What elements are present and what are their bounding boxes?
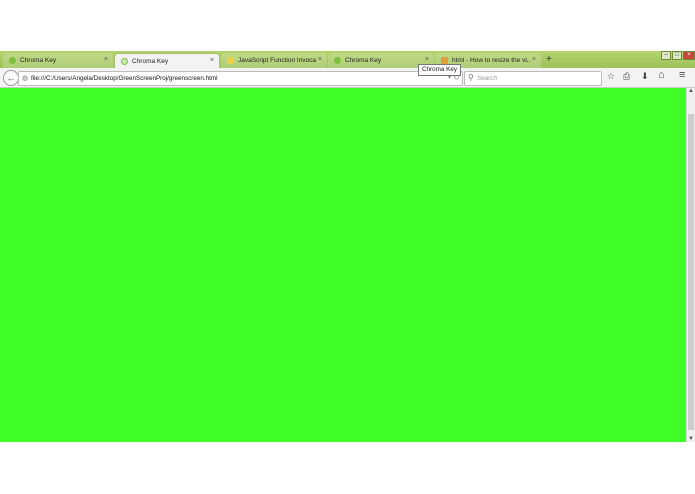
tab-label: Chroma Key: [20, 57, 57, 64]
home-icon[interactable]: ⌂: [658, 69, 665, 81]
tab-chroma-key-2[interactable]: Chroma Key ×: [114, 53, 220, 68]
tab-label: JavaScript Function Invoca...: [238, 57, 316, 64]
tab-label: Chroma Key: [345, 57, 382, 64]
tab-chroma-key-1[interactable]: Chroma Key ×: [3, 53, 113, 68]
search-box[interactable]: ⚲ Search: [464, 71, 602, 86]
bookmark-star-icon[interactable]: ☆: [607, 71, 615, 82]
browser-window: Chroma Key × Chroma Key × JavaScript Fun…: [0, 51, 695, 442]
close-tab-icon[interactable]: ×: [318, 56, 322, 63]
navigation-toolbar: ← ◍ file:///C:/Users/Angela/Desktop/Gree…: [0, 68, 695, 88]
minimize-button[interactable]: –: [661, 51, 671, 60]
url-bar[interactable]: ◍ file:///C:/Users/Angela/Desktop/GreenS…: [18, 71, 463, 86]
close-tab-icon[interactable]: ×: [532, 56, 536, 63]
downloads-icon[interactable]: ⬇: [641, 71, 649, 82]
url-text: file:///C:/Users/Angela/Desktop/GreenScr…: [31, 75, 218, 82]
menu-icon[interactable]: ≡: [679, 69, 685, 81]
close-tab-icon[interactable]: ×: [425, 56, 429, 63]
tab-label: Chroma Key: [132, 58, 169, 65]
page-icon: [9, 57, 16, 64]
vertical-scrollbar[interactable]: ▲ ▼: [686, 88, 695, 442]
scroll-down-icon[interactable]: ▼: [688, 436, 694, 442]
tab-tooltip: Chroma Key: [418, 64, 461, 76]
tab-strip: Chroma Key × Chroma Key × JavaScript Fun…: [0, 51, 695, 68]
bookmarks-menu-icon[interactable]: ⎙: [623, 71, 630, 82]
page-icon: [334, 57, 341, 64]
window-controls: – □ ×: [660, 51, 695, 60]
tab-javascript-function[interactable]: JavaScript Function Invoca... ×: [221, 53, 327, 68]
scroll-up-icon[interactable]: ▲: [688, 88, 694, 94]
close-tab-icon[interactable]: ×: [104, 56, 108, 63]
search-placeholder: Search: [477, 75, 497, 82]
page-icon: [227, 57, 234, 64]
site-identity-icon[interactable]: ◍: [22, 74, 28, 82]
close-window-button[interactable]: ×: [683, 51, 695, 60]
search-icon: ⚲: [468, 73, 474, 82]
scrollbar-thumb[interactable]: [688, 114, 694, 430]
close-tab-icon[interactable]: ×: [210, 57, 214, 64]
tab-label: html - How to resize the vi...: [452, 57, 530, 64]
maximize-button[interactable]: □: [672, 51, 682, 60]
page-content-green-screen: [0, 88, 686, 442]
page-icon: [121, 58, 128, 65]
back-button[interactable]: ←: [3, 70, 19, 86]
page-icon: [441, 57, 448, 64]
new-tab-button[interactable]: +: [546, 54, 552, 65]
